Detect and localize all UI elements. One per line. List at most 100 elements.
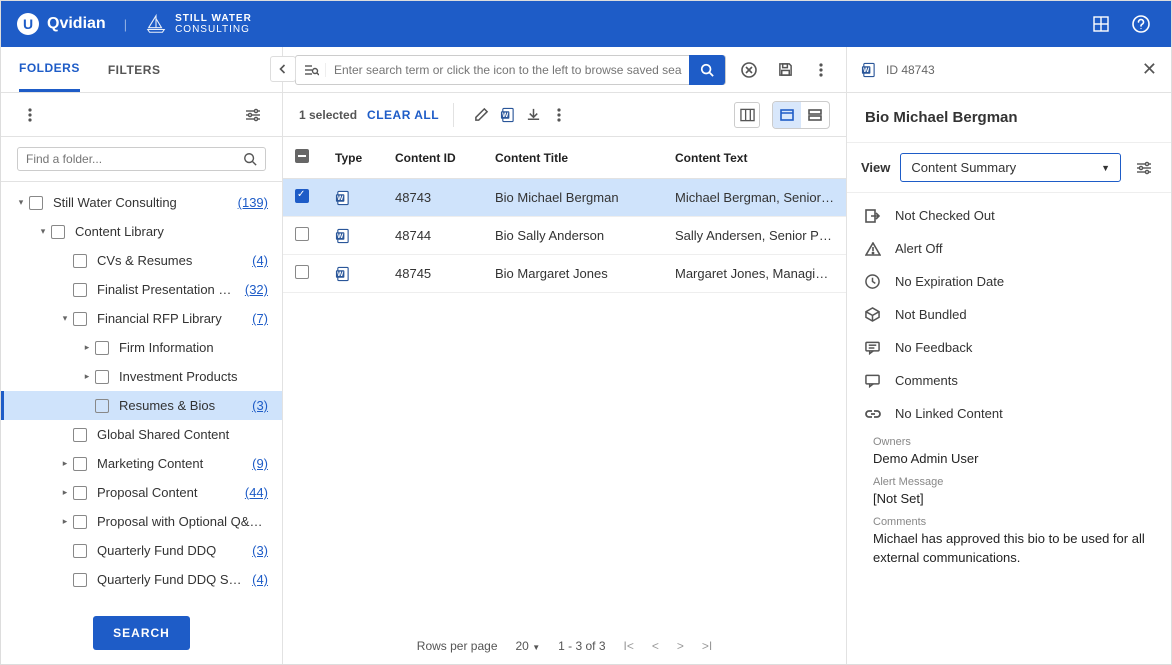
download-icon[interactable] <box>520 102 546 128</box>
chevron-right-icon[interactable]: ▸ <box>57 516 73 527</box>
detail-linked[interactable]: No Linked Content <box>855 397 1163 430</box>
qvidian-logo[interactable]: U Qvidian <box>17 13 106 35</box>
tree-row[interactable]: ▾Financial RFP Library(7) <box>1 304 282 333</box>
save-search-icon[interactable] <box>772 57 798 83</box>
tree-row[interactable]: ▸Proposal with Optional Q&A Doc Type <box>1 507 282 536</box>
tree-count[interactable]: (62) <box>245 601 268 602</box>
tree-checkbox[interactable] <box>73 486 87 500</box>
find-folder-field[interactable] <box>17 147 266 171</box>
tree-checkbox[interactable] <box>73 602 87 603</box>
tree-row[interactable]: ▸Investment Products <box>1 362 282 391</box>
tree-count[interactable]: (3) <box>252 543 268 558</box>
page-first-icon[interactable]: I< <box>624 639 634 653</box>
tree-checkbox[interactable] <box>51 225 65 239</box>
edit-icon[interactable] <box>468 102 494 128</box>
toolbar-more-icon[interactable] <box>546 102 572 128</box>
tree-count[interactable]: (4) <box>252 572 268 587</box>
col-type[interactable]: Type <box>323 137 383 179</box>
collapse-left-button[interactable] <box>270 56 296 82</box>
col-id[interactable]: Content ID <box>383 137 483 179</box>
tree-row[interactable]: ▸Firm Information <box>1 333 282 362</box>
tree-count[interactable]: (44) <box>245 485 268 500</box>
tree-checkbox[interactable] <box>73 428 87 442</box>
detail-comments[interactable]: Comments <box>855 364 1163 397</box>
tree-count[interactable]: (32) <box>245 282 268 297</box>
chevron-down-icon[interactable]: ▾ <box>13 197 29 208</box>
row-checkbox[interactable] <box>295 189 309 203</box>
tree-checkbox[interactable] <box>73 457 87 471</box>
find-folder-input[interactable] <box>26 152 243 166</box>
row-checkbox[interactable] <box>295 227 309 241</box>
tree-row[interactable]: Finalist Presentation Slides(32) <box>1 275 282 304</box>
detail-feedback[interactable]: No Feedback <box>855 331 1163 364</box>
tree-checkbox[interactable] <box>29 196 43 210</box>
chevron-down-icon[interactable]: ▾ <box>35 226 51 237</box>
tree-row[interactable]: ▾Content Library <box>1 217 282 246</box>
clear-all-button[interactable]: CLEAR ALL <box>367 108 439 122</box>
tree-row[interactable]: RFI/RFP Answers(62) <box>1 594 282 602</box>
saved-search-icon[interactable] <box>296 63 326 77</box>
tree-checkbox[interactable] <box>95 399 109 413</box>
tree-row[interactable]: Resumes & Bios(3) <box>1 391 282 420</box>
chevron-down-icon[interactable]: ▾ <box>57 313 73 324</box>
chevron-right-icon[interactable]: ▸ <box>57 458 73 469</box>
word-doc-icon[interactable]: W <box>494 102 520 128</box>
col-text[interactable]: Content Text <box>663 137 846 179</box>
tree-row[interactable]: Quarterly Fund DDQ(3) <box>1 536 282 565</box>
row-checkbox[interactable] <box>295 265 309 279</box>
tree-count[interactable]: (7) <box>252 311 268 326</box>
chevron-right-icon[interactable]: ▸ <box>79 342 95 353</box>
tab-folders[interactable]: FOLDERS <box>19 47 80 92</box>
detail-bundled[interactable]: Not Bundled <box>855 298 1163 331</box>
table-row[interactable]: W48743Bio Michael BergmanMichael Bergman… <box>283 179 846 217</box>
tree-checkbox[interactable] <box>73 283 87 297</box>
main-search-input[interactable] <box>326 63 690 77</box>
search-icon[interactable] <box>243 152 257 166</box>
main-search-field[interactable] <box>295 55 726 85</box>
tab-filters[interactable]: FILTERS <box>108 49 161 91</box>
partner-logo[interactable]: STILL WATER CONSULTING <box>145 12 252 36</box>
help-icon[interactable] <box>1127 10 1155 38</box>
tree-checkbox[interactable] <box>95 341 109 355</box>
tree-checkbox[interactable] <box>95 370 109 384</box>
close-icon[interactable]: ✕ <box>1142 59 1157 80</box>
tree-row[interactable]: ▸Proposal Content(44) <box>1 478 282 507</box>
tree-checkbox[interactable] <box>73 573 87 587</box>
more-search-icon[interactable] <box>808 57 834 83</box>
col-title[interactable]: Content Title <box>483 137 663 179</box>
tree-row[interactable]: Global Shared Content <box>1 420 282 449</box>
view-settings-icon[interactable] <box>1131 155 1157 181</box>
table-row[interactable]: W48744Bio Sally AndersonSally Andersen, … <box>283 217 846 255</box>
tree-row[interactable]: ▸Marketing Content(9) <box>1 449 282 478</box>
columns-icon[interactable] <box>734 102 760 128</box>
tree-checkbox[interactable] <box>73 544 87 558</box>
more-icon[interactable] <box>17 102 43 128</box>
select-all-checkbox[interactable] <box>295 149 309 163</box>
tree-row[interactable]: ▾Still Water Consulting(139) <box>1 188 282 217</box>
tree-row[interactable]: CVs & Resumes(4) <box>1 246 282 275</box>
filter-settings-icon[interactable] <box>240 102 266 128</box>
tree-row[interactable]: Quarterly Fund DDQ Slides(4) <box>1 565 282 594</box>
tree-count[interactable]: (139) <box>238 195 268 210</box>
tree-checkbox[interactable] <box>73 254 87 268</box>
detail-checked-out[interactable]: Not Checked Out <box>855 199 1163 232</box>
clear-search-icon[interactable] <box>736 57 762 83</box>
detail-expiration[interactable]: No Expiration Date <box>855 265 1163 298</box>
tree-count[interactable]: (4) <box>252 253 268 268</box>
rows-per-page-value[interactable]: 20 ▼ <box>516 639 541 653</box>
page-prev-icon[interactable]: < <box>652 639 659 653</box>
page-last-icon[interactable]: >I <box>702 639 712 653</box>
tree-count[interactable]: (3) <box>252 398 268 413</box>
tree-checkbox[interactable] <box>73 515 87 529</box>
chevron-right-icon[interactable]: ▸ <box>57 487 73 498</box>
view-rows-icon[interactable] <box>801 102 829 128</box>
detail-alert[interactable]: Alert Off <box>855 232 1163 265</box>
view-select[interactable]: Content Summary ▼ <box>900 153 1121 182</box>
tree-count[interactable]: (9) <box>252 456 268 471</box>
search-button[interactable]: SEARCH <box>93 616 190 650</box>
chevron-right-icon[interactable]: ▸ <box>79 371 95 382</box>
view-list-icon[interactable] <box>773 102 801 128</box>
tree-checkbox[interactable] <box>73 312 87 326</box>
grid-icon[interactable] <box>1087 10 1115 38</box>
table-row[interactable]: W48745Bio Margaret JonesMargaret Jones, … <box>283 255 846 293</box>
